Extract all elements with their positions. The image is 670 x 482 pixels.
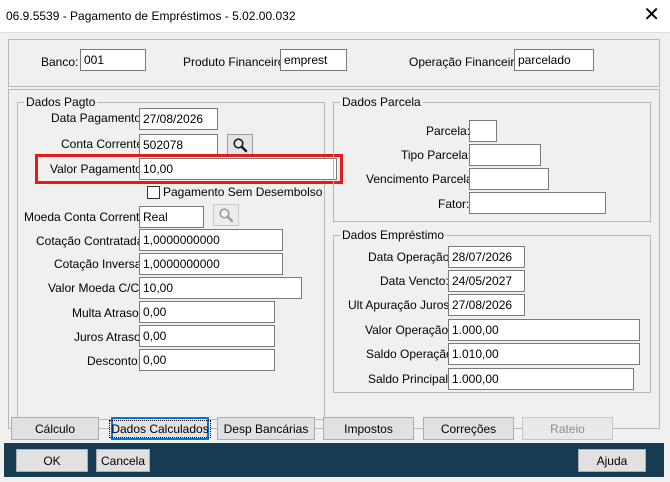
juros-atraso-field[interactable]: 0,00: [139, 325, 275, 347]
conta-corrente-search-button[interactable]: [227, 134, 253, 156]
search-icon: [219, 208, 234, 223]
sem-desembolso-checkbox[interactable]: [147, 186, 160, 199]
rateio-button: Rateio: [522, 417, 613, 440]
conta-corrente-label: Conta Corrente:: [61, 137, 147, 151]
multa-atraso-label: Multa Atraso:: [72, 306, 143, 320]
impostos-button[interactable]: Impostos: [323, 417, 414, 440]
valor-moeda-field[interactable]: 10,00: [139, 277, 302, 299]
valor-moeda-label: Valor Moeda C/C:: [48, 281, 143, 295]
close-icon[interactable]: ✕: [643, 4, 660, 24]
moeda-conta-corrente-label: Moeda Conta Corrente:: [24, 210, 150, 224]
impostos-button-label: Impostos: [344, 421, 393, 436]
window-title: 06.9.5539 - Pagamento de Empréstimos - 5…: [6, 9, 296, 23]
desconto-label: Desconto:: [87, 354, 142, 368]
data-pagamento-field[interactable]: 27/08/2026: [139, 108, 218, 130]
calculo-button-label: Cálculo: [34, 421, 76, 436]
valor-operacao-label: Valor Operação:: [365, 323, 452, 337]
fator-label: Fator:: [438, 197, 470, 211]
desconto-field[interactable]: 0,00: [139, 349, 275, 371]
title-bar: 06.9.5539 - Pagamento de Empréstimos - 5…: [0, 0, 670, 32]
banco-field[interactable]: 001: [80, 49, 146, 71]
correcoes-button[interactable]: Correções: [423, 417, 514, 440]
correcoes-button-label: Correções: [440, 421, 497, 436]
ok-button-label: OK: [43, 453, 61, 468]
data-vencto-label: Data Vencto:: [380, 274, 449, 288]
multa-atraso-field[interactable]: 0,00: [139, 301, 275, 323]
produto-financeiro-field[interactable]: emprest: [280, 49, 347, 71]
tipo-parcela-field[interactable]: [469, 144, 541, 166]
cancela-button-label: Cancela: [100, 453, 146, 468]
moeda-search-button: [213, 204, 239, 226]
produto-financeiro-label: Produto Financeiro:: [183, 55, 288, 69]
fator-field[interactable]: [469, 192, 606, 214]
ult-apuracao-juros-field[interactable]: 27/08/2026: [448, 294, 525, 316]
juros-atraso-label: Juros Atraso:: [74, 330, 145, 344]
cotacao-inversa-field[interactable]: 1,0000000000: [139, 253, 283, 275]
vencimento-parcela-field[interactable]: [469, 168, 549, 190]
saldo-principal-label: Saldo Principal:: [368, 372, 452, 386]
tipo-parcela-label: Tipo Parcela:: [401, 148, 472, 162]
vencimento-parcela-label: Vencimento Parcela:: [366, 172, 477, 186]
cotacao-inversa-label: Cotação Inversa:: [54, 257, 145, 271]
data-operacao-label: Data Operação:: [368, 250, 453, 264]
ok-button[interactable]: OK: [16, 449, 88, 472]
rateio-button-label: Rateio: [550, 421, 585, 436]
cancela-button[interactable]: Cancela: [96, 449, 150, 472]
parcela-label: Parcela:: [426, 124, 471, 138]
conta-corrente-field[interactable]: 502078: [139, 134, 218, 156]
calculo-button[interactable]: Cálculo: [11, 417, 99, 440]
cotacao-contratada-field[interactable]: 1,0000000000: [139, 229, 283, 251]
parcela-field[interactable]: [469, 120, 497, 142]
dados-emprestimo-title: Dados Empréstimo: [340, 228, 447, 242]
dados-parcela-title: Dados Parcela: [340, 95, 423, 109]
cotacao-contratada-label: Cotação Contratada:: [36, 234, 147, 248]
moeda-conta-corrente-field[interactable]: Real: [139, 206, 204, 228]
data-pagamento-label: Data Pagamento:: [51, 111, 145, 125]
valor-operacao-field[interactable]: 1.000,00: [448, 319, 640, 341]
search-icon: [233, 138, 248, 153]
sem-desembolso-label: Pagamento Sem Desembolso: [163, 185, 323, 199]
dialog-body: Banco: 001 Produto Financeiro: emprest O…: [0, 32, 670, 482]
dados-pagto-title: Dados Pagto: [24, 95, 98, 109]
saldo-operacao-label: Saldo Operação:: [366, 347, 457, 361]
ult-apuracao-juros-label: Ult Apuração Juros:: [348, 298, 453, 312]
operacao-financeira-field[interactable]: parcelado: [514, 49, 594, 71]
dados-calculados-button[interactable]: Dados Calculados: [109, 417, 211, 440]
dados-calculados-button-label: Dados Calculados: [109, 419, 211, 438]
ajuda-button[interactable]: Ajuda: [578, 449, 646, 472]
saldo-principal-field[interactable]: 1.000,00: [448, 368, 634, 390]
desp-bancarias-button[interactable]: Desp Bancárias: [217, 417, 315, 440]
ajuda-button-label: Ajuda: [596, 453, 628, 468]
desp-bancarias-button-label: Desp Bancárias: [223, 421, 309, 436]
data-operacao-field[interactable]: 28/07/2026: [448, 246, 525, 268]
banco-label: Banco:: [41, 55, 79, 69]
data-vencto-field[interactable]: 24/05/2027: [448, 270, 525, 292]
operacao-financeira-label: Operação Financeira:: [409, 55, 525, 69]
highlight-frame: [35, 154, 343, 184]
saldo-operacao-field[interactable]: 1.010,00: [448, 343, 640, 365]
